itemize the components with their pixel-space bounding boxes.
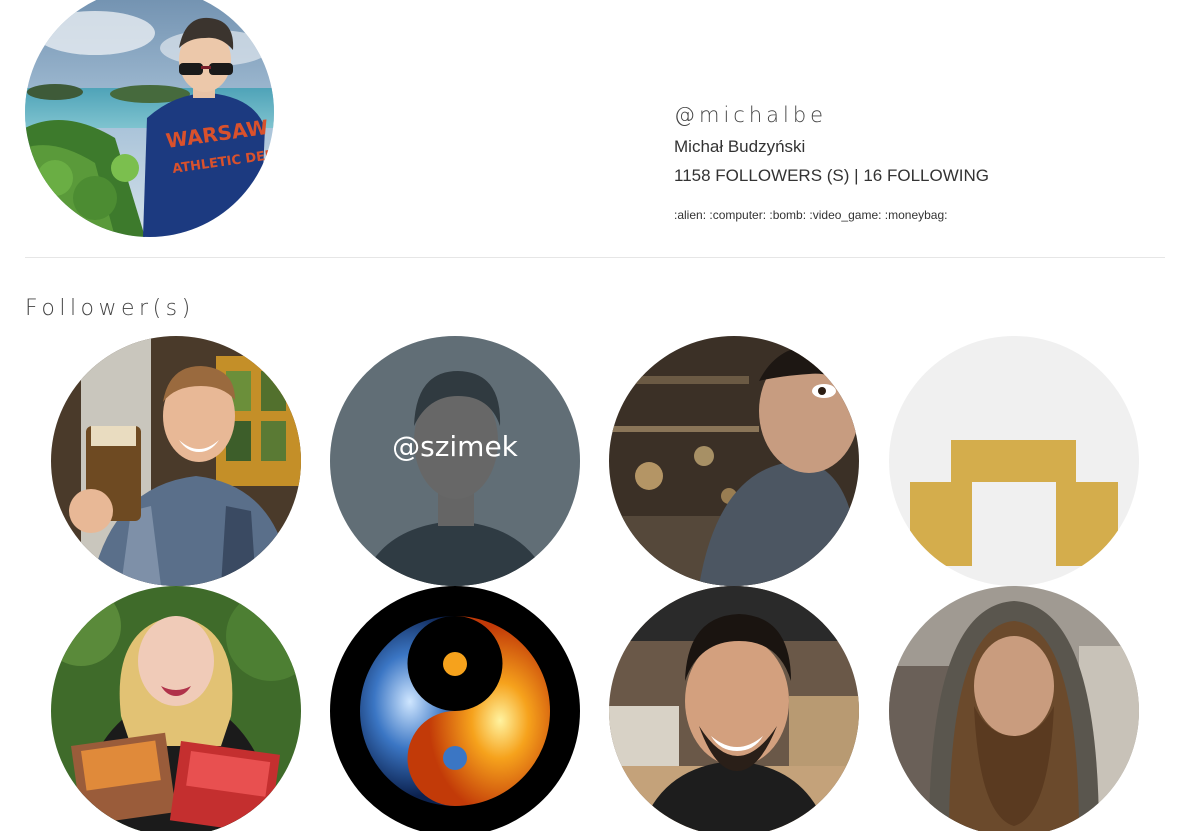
followers-grid: @szimek bbox=[0, 0, 1184, 831]
follower-avatar[interactable] bbox=[51, 336, 301, 586]
hovered-follower-handle: @szimek bbox=[392, 429, 518, 463]
avatar-smiling-man-bakery bbox=[609, 586, 859, 831]
follower-avatar[interactable] bbox=[609, 336, 859, 586]
follower-avatar[interactable] bbox=[51, 586, 301, 831]
avatar-man-with-beer bbox=[51, 336, 301, 586]
avatar-woman-with-books bbox=[51, 586, 301, 831]
follower-avatar[interactable] bbox=[889, 336, 1139, 586]
follower-avatar-hovered[interactable]: @szimek bbox=[330, 336, 580, 586]
follower-avatar[interactable] bbox=[609, 586, 859, 831]
avatar-man-in-cafe bbox=[609, 336, 859, 586]
profile-page: WARSAW ATHLETIC DEPT @michalbe Michał Bu… bbox=[0, 0, 1184, 831]
follower-avatar[interactable] bbox=[889, 586, 1139, 831]
avatar-fire-water-yin-yang bbox=[330, 586, 580, 831]
follower-avatar[interactable] bbox=[330, 586, 580, 831]
avatar-bearded-man-hood bbox=[889, 586, 1139, 831]
hover-overlay: @szimek bbox=[330, 336, 580, 586]
avatar-identicon-gold bbox=[889, 336, 1139, 586]
